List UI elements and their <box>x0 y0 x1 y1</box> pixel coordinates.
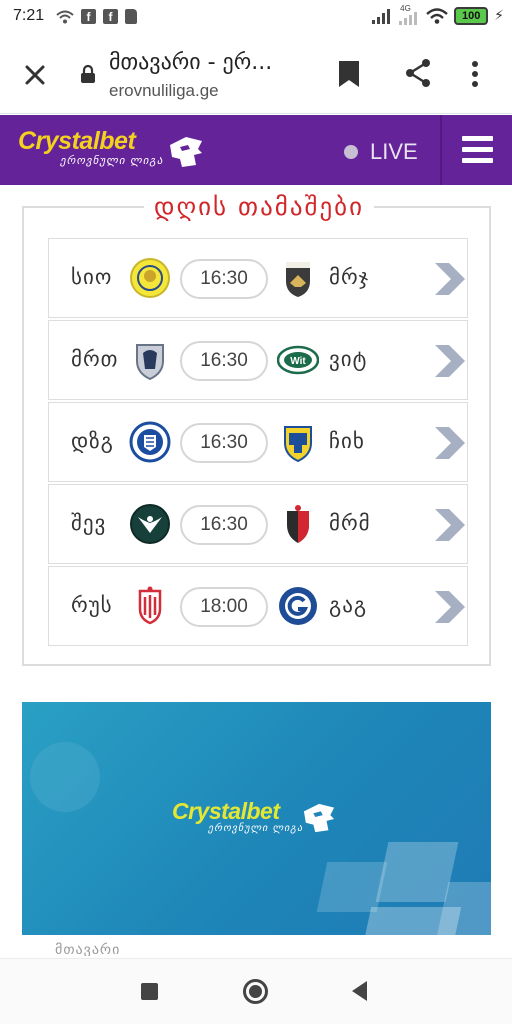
wifi-icon <box>56 10 74 23</box>
header-divider <box>440 115 442 185</box>
banner-logo: Crystalbet ეროვნული ლიგა <box>172 798 303 834</box>
logo-main: Crystalbet <box>18 127 136 155</box>
home-team: შევ <box>71 511 107 535</box>
banner-decoration <box>316 862 388 912</box>
chevron-right-icon[interactable] <box>433 261 467 297</box>
team-crest-icon <box>138 586 162 625</box>
page-url[interactable]: erovnuliliga.ge <box>109 81 219 101</box>
away-team: გაგ <box>329 593 368 617</box>
site-logo[interactable]: Crystalbet ეროვნული ლიგა <box>18 127 202 167</box>
home-team: სიო <box>71 265 113 289</box>
back-icon[interactable] <box>352 981 367 1001</box>
signal-4g-icon: 4G <box>398 4 420 25</box>
mascot-head-icon <box>303 803 335 833</box>
banner-logo-subtitle: ეროვნული ლიგა <box>208 823 304 834</box>
bookmark-icon[interactable] <box>338 60 360 88</box>
svg-text:Wit: Wit <box>290 356 306 367</box>
match-time: 16:30 <box>180 341 268 381</box>
match-time: 16:30 <box>180 259 268 299</box>
live-link[interactable]: LIVE <box>344 139 418 165</box>
team-crest-icon <box>136 344 164 381</box>
home-icon[interactable] <box>243 979 268 1004</box>
match-row[interactable]: მრთ 16:30 Wit ვიტ <box>48 320 468 400</box>
page-title: მთავარი - ერ... <box>109 50 273 75</box>
team-crest-icon: Wit <box>277 345 319 375</box>
team-crest-icon <box>287 505 309 543</box>
notification-icons: f f <box>56 9 137 24</box>
match-time: 16:30 <box>180 505 268 545</box>
panel-title: დღის თამაშები <box>144 192 375 221</box>
mascot-head-icon <box>170 137 202 167</box>
signal-icon <box>372 9 391 24</box>
chevron-right-icon[interactable] <box>433 343 467 379</box>
banner-logo-main: Crystalbet <box>172 798 280 824</box>
home-team: მრთ <box>71 347 119 371</box>
away-team: მრჯ <box>329 265 370 289</box>
charging-icon: ⚡ <box>494 8 504 24</box>
chevron-right-icon[interactable] <box>433 425 467 461</box>
away-team: მრმ <box>329 511 371 535</box>
facebook-icon: f <box>81 9 96 24</box>
status-time: 7:21 <box>13 7 45 24</box>
live-dot-icon <box>344 145 358 159</box>
hamburger-menu-icon[interactable] <box>462 136 493 163</box>
banner-decoration <box>30 742 100 812</box>
match-row[interactable]: შევ 16:30 მრმ <box>48 484 468 564</box>
away-team: ჩიხ <box>329 429 365 453</box>
facebook-icon: f <box>103 9 118 24</box>
browser-toolbar: მთავარი - ერ... erovnuliliga.ge <box>0 36 512 114</box>
todays-matches-panel: დღის თამაშები სიო 16:30 მრჯ მრთ 16:30 Wi… <box>22 192 491 666</box>
recents-icon[interactable] <box>141 983 158 1000</box>
chevron-right-icon[interactable] <box>433 589 467 625</box>
team-crest-icon <box>279 587 317 625</box>
team-crest-icon <box>284 426 312 463</box>
chevron-right-icon[interactable] <box>433 507 467 543</box>
sd-card-icon <box>125 9 137 24</box>
match-row[interactable]: რუს 18:00 გაგ <box>48 566 468 646</box>
site-header: Crystalbet ეროვნული ლიგა LIVE <box>0 115 512 185</box>
footer-link[interactable]: მთავარი <box>55 942 120 956</box>
team-crest-icon <box>286 262 310 297</box>
match-row[interactable]: სიო 16:30 მრჯ <box>48 238 468 318</box>
battery-icon: 100 <box>454 7 489 25</box>
team-crest-icon <box>129 421 171 463</box>
home-team: რუს <box>71 593 113 617</box>
lock-icon <box>81 64 95 83</box>
close-icon[interactable] <box>20 60 50 90</box>
away-team: ვიტ <box>329 347 368 371</box>
system-icons: 4G 100 ⚡ <box>372 4 504 25</box>
logo-subtitle: ეროვნული ლიგა <box>60 154 164 167</box>
live-label: LIVE <box>370 139 418 164</box>
more-options-icon[interactable] <box>471 60 479 88</box>
match-row[interactable]: დზგ 16:30 ჩიხ <box>48 402 468 482</box>
team-crest-icon <box>130 258 170 298</box>
match-time: 18:00 <box>180 587 268 627</box>
wifi-icon <box>426 8 448 24</box>
share-icon[interactable] <box>404 58 432 88</box>
system-nav-bar <box>0 958 512 1024</box>
team-crest-icon <box>130 504 170 544</box>
match-time: 16:30 <box>180 423 268 463</box>
battery-level: 100 <box>461 10 481 22</box>
home-team: დზგ <box>71 429 114 453</box>
status-bar: 7:21 f f 4G 100 ⚡ <box>0 0 512 36</box>
promo-banner[interactable]: Crystalbet ეროვნული ლიგა <box>22 702 491 935</box>
